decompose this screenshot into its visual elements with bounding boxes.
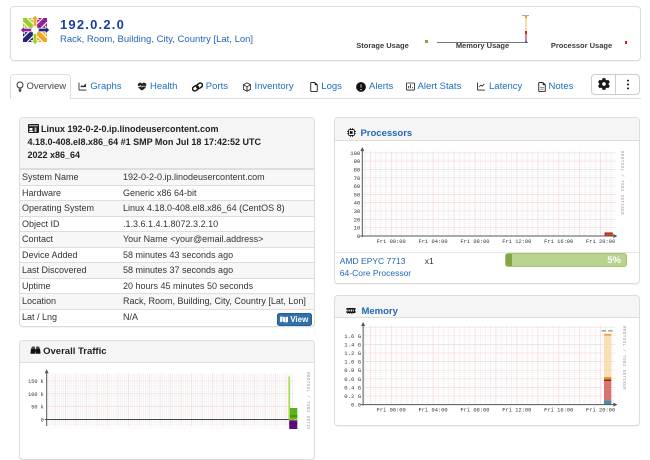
svg-text:0.0: 0.0 xyxy=(351,402,362,409)
svg-text:0.6 G: 0.6 G xyxy=(344,376,361,383)
svg-text:Fri 12:00: Fri 12:00 xyxy=(502,408,531,414)
svg-text:150 k: 150 k xyxy=(28,379,44,385)
svg-text:0: 0 xyxy=(40,418,43,424)
svg-text:30: 30 xyxy=(354,208,361,215)
svg-text:Fri 08:00: Fri 08:00 xyxy=(460,239,489,245)
svg-text:Fri 12:00: Fri 12:00 xyxy=(502,239,531,245)
svg-text:Fri 16:00: Fri 16:00 xyxy=(544,408,573,414)
svg-text:90: 90 xyxy=(354,158,361,165)
svg-text:1.6 G: 1.6 G xyxy=(344,333,361,340)
svg-text:1.0 G: 1.0 G xyxy=(344,359,361,366)
svg-text:RRDTOOL / TOBI OETIKER: RRDTOOL / TOBI OETIKER xyxy=(621,326,626,390)
svg-text:1.2 G: 1.2 G xyxy=(344,350,361,357)
svg-text:40: 40 xyxy=(354,200,361,207)
svg-text:1.4 G: 1.4 G xyxy=(344,341,361,348)
svg-text:70: 70 xyxy=(354,175,361,182)
svg-text:Fri 04:00: Fri 04:00 xyxy=(419,408,448,414)
svg-text:50: 50 xyxy=(354,191,361,198)
svg-text:0.4 G: 0.4 G xyxy=(344,384,361,391)
svg-text:0.8 G: 0.8 G xyxy=(344,367,361,374)
svg-text:Fri 08:00: Fri 08:00 xyxy=(460,408,489,414)
svg-text:20: 20 xyxy=(354,216,361,223)
svg-text:Fri 00:00: Fri 00:00 xyxy=(377,408,406,414)
svg-text:Fri 16:00: Fri 16:00 xyxy=(544,239,573,245)
svg-text:80: 80 xyxy=(354,166,361,173)
svg-text:RRDTOOL / TOBI OETIKER: RRDTOOL / TOBI OETIKER xyxy=(305,372,310,429)
svg-text:100 k: 100 k xyxy=(28,392,44,398)
svg-text:0.2 G: 0.2 G xyxy=(344,393,361,400)
svg-text:Fri 04:00: Fri 04:00 xyxy=(419,239,448,245)
svg-text:RRDTOOL / TOBI OETIKER: RRDTOOL / TOBI OETIKER xyxy=(619,151,624,215)
svg-text:Fri 20:00: Fri 20:00 xyxy=(586,239,615,245)
svg-text:Fri 20:00: Fri 20:00 xyxy=(586,408,615,414)
svg-text:60: 60 xyxy=(354,183,361,190)
svg-text:50 k: 50 k xyxy=(31,405,43,411)
svg-text:10: 10 xyxy=(354,225,361,232)
svg-text:Fri 00:00: Fri 00:00 xyxy=(377,239,406,245)
svg-text:100: 100 xyxy=(350,150,361,157)
